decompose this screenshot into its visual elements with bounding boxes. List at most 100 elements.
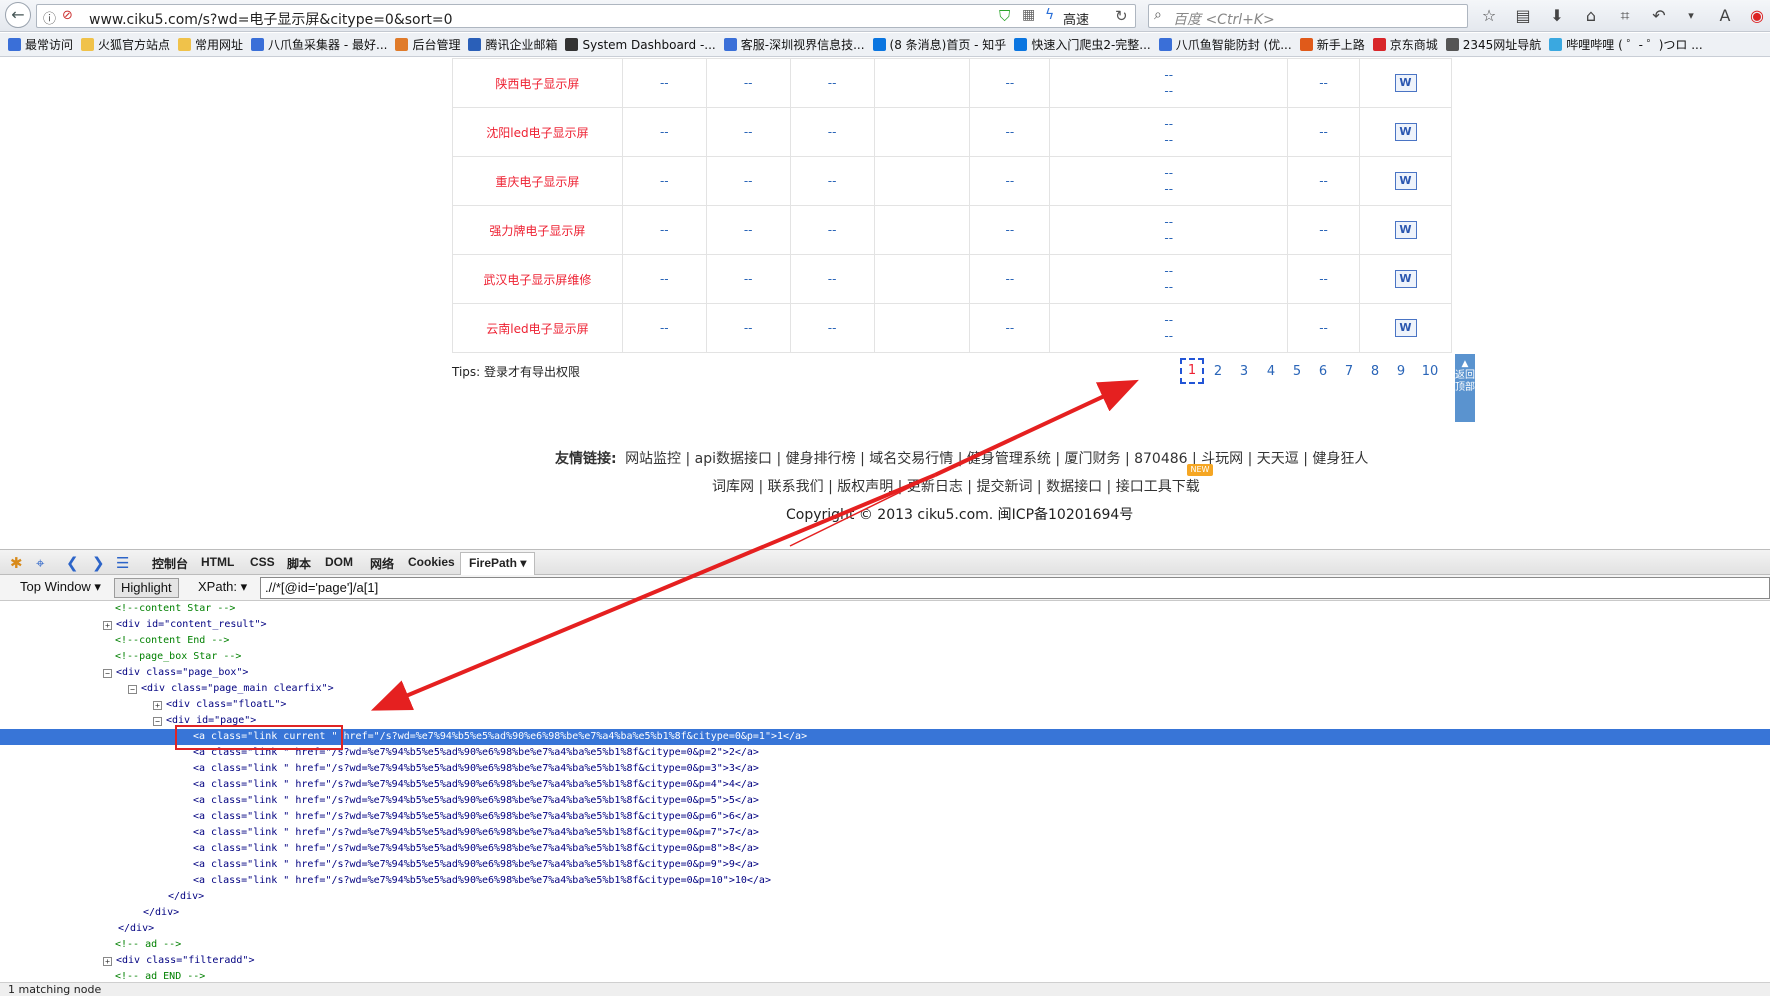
dom-node[interactable]: + <div id="content_result">: [103, 617, 267, 633]
word-export-icon[interactable]: W: [1394, 172, 1417, 190]
word-export-icon[interactable]: W: [1394, 123, 1417, 141]
firebug-tab[interactable]: HTML: [201, 555, 234, 569]
collapse-icon[interactable]: −: [128, 685, 137, 694]
bookmark-item[interactable]: 火狐官方站点: [81, 33, 170, 56]
bookmark-item[interactable]: (8 条消息)首页 - 知乎: [872, 33, 1006, 56]
firebug-tab[interactable]: FirePath ▾: [460, 552, 536, 576]
reading-list-icon[interactable]: ▤: [1512, 5, 1534, 27]
page-link-4[interactable]: 4: [1259, 358, 1283, 384]
url-text[interactable]: www.ciku5.com/s?wd=电子显示屏&citype=0&sort=0: [89, 9, 453, 29]
firebug-tab[interactable]: 控制台: [152, 555, 188, 572]
addon-icon[interactable]: ◉: [1746, 5, 1768, 27]
xpath-select[interactable]: XPath: ▾: [192, 578, 253, 598]
bookmark-item[interactable]: 八爪鱼采集器 - 最好...: [251, 33, 387, 56]
bookmark-item[interactable]: 八爪鱼智能防封 (优...: [1158, 33, 1292, 56]
page-link-5[interactable]: 5: [1285, 358, 1309, 384]
dom-node[interactable]: <a class="link " href="/s?wd=%e7%94%b5%e…: [193, 873, 771, 889]
chevron-left-icon[interactable]: ❮: [66, 554, 79, 572]
expand-icon[interactable]: +: [103, 621, 112, 630]
page-link-3[interactable]: 3: [1232, 358, 1256, 384]
dom-node[interactable]: <a class="link " href="/s?wd=%e7%94%b5%e…: [193, 761, 759, 777]
keyword-link[interactable]: 强力牌电子显示屏: [489, 224, 585, 238]
star-icon[interactable]: ☆: [1478, 5, 1500, 27]
bookmark-item[interactable]: 2345网址导航: [1445, 33, 1541, 56]
firebug-tab[interactable]: DOM: [325, 555, 353, 569]
dom-node[interactable]: <a class="link " href="/s?wd=%e7%94%b5%e…: [193, 825, 759, 841]
collapse-icon[interactable]: −: [103, 669, 112, 678]
page-link-6[interactable]: 6: [1311, 358, 1335, 384]
shield-icon[interactable]: ⛉: [999, 7, 1010, 25]
page-link-1[interactable]: 1: [1180, 358, 1204, 384]
keyword-link[interactable]: 陕西电子显示屏: [495, 77, 579, 91]
bookmark-item[interactable]: System Dashboard -...: [565, 33, 716, 56]
bookmark-item[interactable]: 后台管理: [395, 33, 460, 56]
top-window-select[interactable]: Top Window ▾: [14, 578, 107, 598]
firebug-tab[interactable]: Cookies: [408, 555, 455, 569]
dom-node[interactable]: − <div class="page_main clearfix">: [128, 681, 334, 697]
undo-icon[interactable]: ↶: [1648, 5, 1670, 27]
back-button[interactable]: ←: [5, 2, 31, 28]
firebug-icon[interactable]: ✱: [10, 554, 23, 572]
bookmark-item[interactable]: 客服-深圳视界信息技...: [723, 33, 865, 56]
page-link-10[interactable]: 10: [1415, 358, 1445, 384]
chevron-right-icon[interactable]: ❯: [92, 554, 105, 572]
page-link-7[interactable]: 7: [1337, 358, 1361, 384]
chevron-down-icon[interactable]: ▾: [1680, 5, 1702, 27]
bookmark-item[interactable]: 腾讯企业邮箱: [468, 33, 557, 56]
xpath-input[interactable]: .//*[@id='page']/a[1]: [260, 577, 1770, 599]
page-link-8[interactable]: 8: [1363, 358, 1387, 384]
firebug-tab[interactable]: 脚本: [287, 555, 311, 572]
url-bar[interactable]: ⓘ ⊘ www.ciku5.com/s?wd=电子显示屏&citype=0&so…: [36, 4, 1136, 28]
bookmark-item[interactable]: 快速入门爬虫2-完整...: [1014, 33, 1151, 56]
dom-node[interactable]: + <div class="floatL">: [153, 697, 286, 713]
page-link-2[interactable]: 2: [1206, 358, 1230, 384]
back-to-top-button[interactable]: ▲ 返回顶部: [1455, 354, 1475, 422]
inspect-icon[interactable]: ⌖: [36, 554, 44, 572]
dom-node[interactable]: <!--page_box Star -->: [115, 649, 241, 665]
dom-node[interactable]: <a class="link " href="/s?wd=%e7%94%b5%e…: [193, 777, 759, 793]
dom-node[interactable]: <a class="link " href="/s?wd=%e7%94%b5%e…: [193, 809, 759, 825]
dom-node[interactable]: </div>: [143, 905, 179, 921]
qr-icon[interactable]: ▦: [1022, 7, 1035, 23]
bookmark-item[interactable]: 京东商城: [1372, 33, 1438, 56]
search-bar[interactable]: ⌕ 百度 <Ctrl+K>: [1148, 4, 1468, 28]
dom-node[interactable]: <a class="link " href="/s?wd=%e7%94%b5%e…: [193, 857, 759, 873]
keyword-link[interactable]: 武汉电子显示屏维修: [483, 273, 591, 287]
dom-node[interactable]: <!-- ad END -->: [115, 969, 205, 982]
bookmark-item[interactable]: 常用网址: [178, 33, 243, 56]
bookmark-item[interactable]: 哔哩哔哩 ( ゜- ゜)つロ ...: [1549, 33, 1703, 56]
speed-label[interactable]: 高速: [1063, 9, 1089, 28]
collapse-icon[interactable]: −: [153, 717, 162, 726]
dom-node[interactable]: + <div class="filteradd">: [103, 953, 254, 969]
highlight-button[interactable]: Highlight: [114, 578, 179, 598]
dom-node[interactable]: <a class="link " href="/s?wd=%e7%94%b5%e…: [193, 841, 759, 857]
dom-node[interactable]: </div>: [118, 921, 154, 937]
keyword-link[interactable]: 沈阳led电子显示屏: [486, 126, 588, 140]
firebug-tab[interactable]: 网络: [370, 555, 394, 572]
keyword-link[interactable]: 云南led电子显示屏: [486, 322, 588, 336]
word-export-icon[interactable]: W: [1394, 319, 1417, 337]
menu-icon[interactable]: ☰: [116, 554, 129, 572]
dom-node[interactable]: <!--content Star -->: [115, 602, 235, 617]
dom-node[interactable]: <!--content End -->: [115, 633, 229, 649]
keyword-link[interactable]: 重庆电子显示屏: [495, 175, 579, 189]
dom-node[interactable]: <!-- ad -->: [115, 937, 181, 953]
home-icon[interactable]: ⌂: [1580, 5, 1602, 27]
expand-icon[interactable]: +: [153, 701, 162, 710]
expand-icon[interactable]: +: [103, 957, 112, 966]
page-link-9[interactable]: 9: [1389, 358, 1413, 384]
reload-icon[interactable]: ↻: [1115, 7, 1128, 25]
word-export-icon[interactable]: W: [1394, 221, 1417, 239]
dom-node[interactable]: </div>: [168, 889, 204, 905]
word-export-icon[interactable]: W: [1394, 74, 1417, 92]
crop-icon[interactable]: ⌗: [1614, 5, 1636, 27]
bookmark-item[interactable]: 最常访问: [8, 33, 73, 56]
word-export-icon[interactable]: W: [1394, 270, 1417, 288]
firebug-tab[interactable]: CSS: [250, 555, 275, 569]
dom-node[interactable]: − <div class="page_box">: [103, 665, 248, 681]
bookmark-item[interactable]: 新手上路: [1299, 33, 1365, 56]
footer-links[interactable]: 词库网 | 联系我们 | 版权声明 | 更新日志 | 提交新词 | 数据接口 |…: [712, 476, 1200, 496]
download-icon[interactable]: ⬇: [1546, 5, 1568, 27]
dom-node[interactable]: <a class="link " href="/s?wd=%e7%94%b5%e…: [193, 793, 759, 809]
friends-links-list[interactable]: 网站监控 | api数据接口 | 健身排行榜 | 域名交易行情 | 健身管理系统…: [625, 451, 1368, 467]
